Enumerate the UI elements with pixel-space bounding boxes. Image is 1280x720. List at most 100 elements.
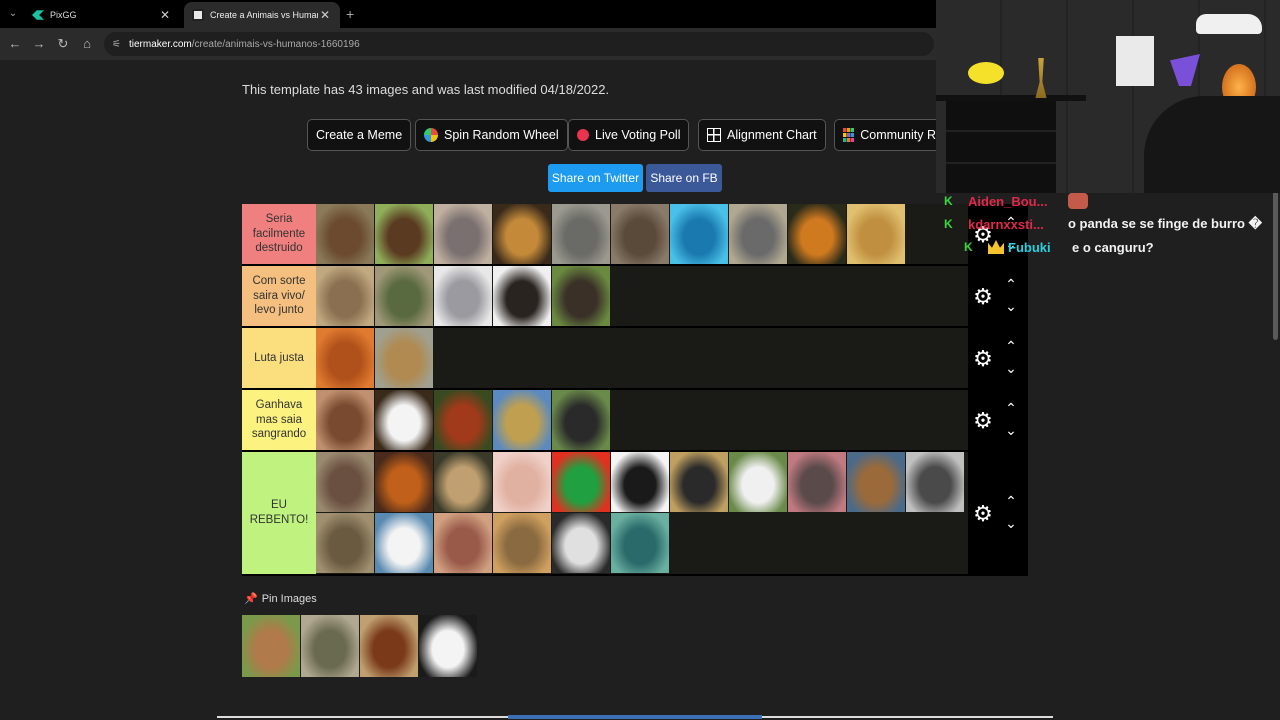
tier-item-piranha[interactable] — [434, 513, 492, 573]
chat-message: Kkdarnxxsti... o panda se se finge de bur… — [944, 215, 1262, 233]
tier-item-pitbull[interactable] — [316, 390, 374, 450]
tier-item-crocodile[interactable] — [375, 266, 433, 326]
cam-box — [1116, 36, 1154, 86]
share-fb-button[interactable]: Share on FB — [646, 164, 722, 192]
tier-item-tiger[interactable] — [788, 204, 846, 264]
move-tier-down-icon[interactable]: ⌄ — [1004, 423, 1018, 437]
tier-item-jaguar[interactable] — [493, 204, 551, 264]
tier-item-ocelot[interactable] — [434, 452, 492, 512]
tier-row: Com sorte saira vivo/ levo junto ⚙ ⌃ ⌄ — [242, 266, 1028, 328]
tier-settings-gear-icon[interactable]: ⚙ — [972, 348, 994, 370]
home-icon[interactable]: ⌂ — [79, 36, 95, 52]
tier-item-tapir[interactable] — [552, 390, 610, 450]
tier-controls: ⚙ ⌃ ⌄ — [968, 328, 1028, 388]
tier-item-komodo-dragon[interactable] — [611, 204, 669, 264]
tier-item-owl[interactable] — [493, 513, 551, 573]
tier-item-monkey[interactable] — [375, 452, 433, 512]
tier-items — [316, 266, 968, 326]
chat-username[interactable]: kdarnxxsti... — [968, 217, 1060, 232]
tier-item-zebra[interactable] — [552, 513, 610, 573]
tier-controls: ⚙ ⌃ ⌄ — [968, 390, 1028, 450]
tier-item-bald-eagle[interactable] — [375, 390, 433, 450]
create-meme-button[interactable]: Create a Meme — [307, 119, 412, 151]
chat-text: o panda se se finge de burro � — [1068, 216, 1262, 231]
template-info: This template has 43 images and was last… — [242, 82, 610, 97]
tier-item-wild-boar[interactable] — [552, 266, 610, 326]
url-domain: tiermaker.com — [128, 38, 192, 50]
tier-item-kangaroo[interactable] — [242, 615, 300, 677]
chat-username[interactable]: Aiden_Bou... — [968, 194, 1060, 209]
tier-item-swan[interactable] — [375, 513, 433, 573]
tier-item-cat[interactable] — [316, 513, 374, 573]
new-tab-icon[interactable]: + — [346, 6, 354, 22]
tier-settings-gear-icon[interactable]: ⚙ — [972, 286, 994, 308]
voting-poll-button[interactable]: Live Voting Poll — [568, 119, 690, 151]
move-tier-up-icon[interactable]: ⌃ — [1004, 339, 1018, 353]
tier-settings-gear-icon[interactable]: ⚙ — [972, 410, 994, 432]
tier-item-cobra[interactable] — [301, 615, 359, 677]
site-info-icon[interactable]: ⚟ — [112, 39, 121, 50]
tier-item-horse[interactable] — [360, 615, 418, 677]
tab-tiermaker[interactable]: Create a Animais vs Humanos T ✕ — [184, 2, 340, 28]
tier-item-pig[interactable] — [493, 452, 551, 512]
tab-close-icon[interactable]: ✕ — [158, 8, 172, 22]
back-icon[interactable]: ← — [7, 36, 23, 52]
spin-wheel-button[interactable]: Spin Random Wheel — [415, 119, 568, 151]
tier-item-deer[interactable] — [847, 452, 905, 512]
pin-icon: 📌 — [244, 593, 258, 605]
tier-item-lion[interactable] — [847, 204, 905, 264]
tier-item-goose[interactable] — [729, 452, 787, 512]
tier-item-hawk[interactable] — [906, 452, 964, 512]
tab-pixgg[interactable]: PixGG ✕ — [24, 2, 180, 28]
tier-item-bear[interactable] — [316, 204, 374, 264]
move-tier-up-icon[interactable]: ⌃ — [1004, 277, 1018, 291]
tier-label[interactable]: Seria facilmente destruido — [242, 204, 316, 264]
tier-item-capybara[interactable] — [316, 452, 374, 512]
tier-item-penguin[interactable] — [611, 452, 669, 512]
spin-wheel-label: Spin Random Wheel — [444, 128, 559, 142]
forward-icon[interactable]: → — [31, 36, 47, 52]
tier-label[interactable]: Luta justa — [242, 328, 316, 388]
tier-item-river-dolphin[interactable] — [788, 452, 846, 512]
tier-item-hippo[interactable] — [434, 204, 492, 264]
tier-label[interactable]: EU REBENTO! — [242, 452, 316, 574]
tier-item-maned-wolf[interactable] — [434, 390, 492, 450]
chat-message: K Fubuki e o canguru? — [964, 238, 1154, 256]
tier-item-moose[interactable] — [375, 204, 433, 264]
tier-item-rhino[interactable] — [729, 204, 787, 264]
alignment-chart-label: Alignment Chart — [727, 128, 817, 142]
tab-title: PixGG — [50, 10, 77, 20]
tier-item-elephant[interactable] — [552, 204, 610, 264]
reload-icon[interactable]: ↻ — [55, 36, 71, 52]
tier-item-chimpanzee[interactable] — [493, 266, 551, 326]
move-tier-down-icon[interactable]: ⌄ — [1004, 299, 1018, 313]
tier-item-wolf[interactable] — [434, 266, 492, 326]
community-rank-label: Community R — [860, 128, 936, 142]
share-twitter-button[interactable]: Share on Twitter — [548, 164, 643, 192]
move-tier-down-icon[interactable]: ⌄ — [1004, 516, 1018, 530]
tier-item-ostrich[interactable] — [670, 452, 728, 512]
address-bar[interactable]: ⚟ tiermaker.com/create/animais-vs-humano… — [104, 32, 934, 56]
tier-item-macaws[interactable] — [552, 452, 610, 512]
tier-settings-gear-icon[interactable]: ⚙ — [972, 503, 994, 525]
tier-label[interactable]: Ganhava mas saia sangrando — [242, 390, 316, 450]
move-tier-down-icon[interactable]: ⌄ — [1004, 361, 1018, 375]
tier-item-peacock[interactable] — [611, 513, 669, 573]
page-footer-accent — [508, 715, 762, 719]
tier-item-whale[interactable] — [670, 204, 728, 264]
tab-close-icon[interactable]: ✕ — [318, 8, 332, 22]
tier-item-orangutan[interactable] — [316, 328, 374, 388]
move-tier-up-icon[interactable]: ⌃ — [1004, 494, 1018, 508]
move-tier-up-icon[interactable]: ⌃ — [1004, 401, 1018, 415]
tier-label[interactable]: Com sorte saira vivo/ levo junto — [242, 266, 316, 326]
chat-username[interactable]: Fubuki — [1008, 240, 1064, 255]
tier-item-cheetah[interactable] — [493, 390, 551, 450]
tier-item-giraffe[interactable] — [375, 328, 433, 388]
tier-row: Luta justa ⚙ ⌃ ⌄ — [242, 328, 1028, 390]
tier-item-hyena[interactable] — [316, 266, 374, 326]
community-rank-button[interactable]: Community R — [834, 119, 944, 151]
tab-search-icon[interactable]: ⌄ — [6, 7, 20, 21]
chat-emote-icon — [1068, 193, 1088, 209]
tier-item-panda[interactable] — [419, 615, 477, 677]
alignment-chart-button[interactable]: Alignment Chart — [698, 119, 826, 151]
